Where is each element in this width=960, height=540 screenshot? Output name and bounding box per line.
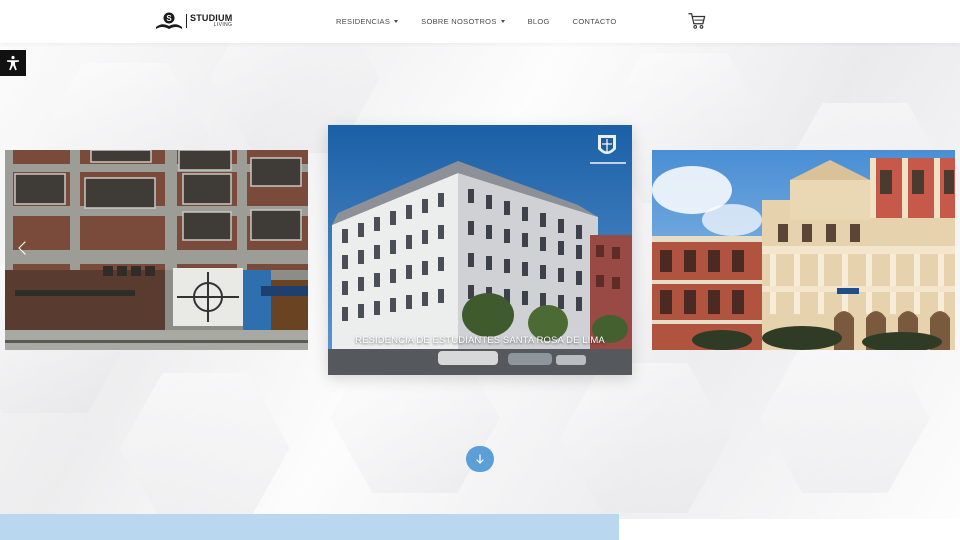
nav-item-sobre-nosotros[interactable]: SOBRE NOSOTROS (421, 17, 505, 26)
svg-text:S: S (166, 14, 172, 23)
nav-item-label: BLOG (527, 17, 550, 26)
caret-down-icon (394, 20, 399, 23)
accessibility-button[interactable] (0, 50, 26, 76)
carousel-slide-next[interactable] (652, 150, 955, 350)
nav-item-label: CONTACTO (572, 17, 617, 26)
site-header: S STUDIUM LIVING RESIDENCIAS SOBRE NOSOT… (0, 0, 960, 43)
brand-subtitle: LIVING (213, 22, 233, 28)
brand-logo[interactable]: S STUDIUM LIVING (155, 10, 232, 32)
chevron-left-icon[interactable] (16, 240, 28, 256)
nav-item-label: SOBRE NOSOTROS (421, 17, 497, 26)
slide-caption: RESIDENCIA DE ESTUDIANTES SANTA ROSA DE … (355, 335, 605, 346)
shopping-cart-icon[interactable] (688, 12, 706, 30)
classical-building-photo (652, 150, 955, 350)
accessibility-icon (7, 55, 19, 71)
section-panel (619, 519, 960, 540)
nav-item-blog[interactable]: BLOG (528, 17, 550, 26)
building-photo (5, 150, 308, 350)
logo-mark-icon: S (156, 12, 182, 29)
nav-item-label: RESIDENCIAS (336, 17, 391, 26)
arrow-down-icon (476, 454, 484, 464)
nav-item-contacto[interactable]: CONTACTO (573, 17, 617, 26)
section-band (0, 514, 619, 540)
main-nav: RESIDENCIAS SOBRE NOSOTROS BLOG CONTACTO (336, 0, 639, 43)
carousel-slide-active[interactable]: RESIDENCIA DE ESTUDIANTES SANTA ROSA DE … (328, 125, 632, 375)
caret-down-icon (500, 20, 505, 23)
nav-item-residencias[interactable]: RESIDENCIAS (336, 17, 399, 26)
scroll-down-button[interactable] (466, 446, 494, 472)
carousel-slide-prev[interactable] (5, 150, 308, 350)
